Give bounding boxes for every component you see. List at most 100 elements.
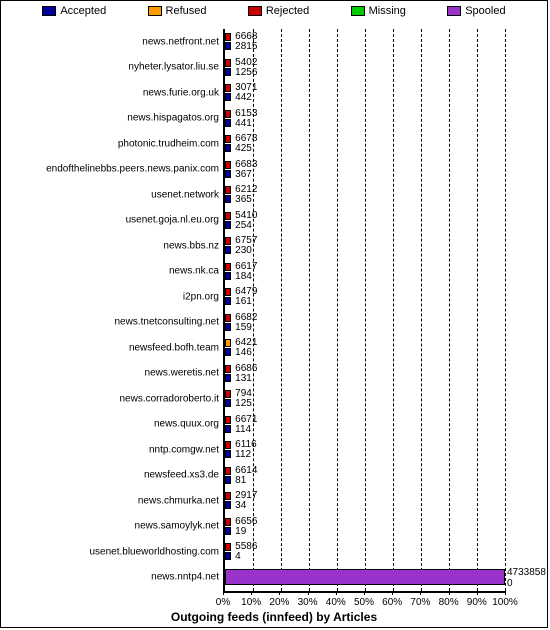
value-label-bot: 442 [235,93,252,103]
x-tick-label: 10% [241,597,261,608]
data-row: nyheter.lysator.liu.se54021256 [225,55,505,81]
chart-frame: AcceptedRefusedRejectedMissingSpooled ne… [0,0,548,628]
bar-primary [225,186,231,194]
bar-secondary [225,221,231,229]
row-host-label: news.hispagatos.org [127,113,219,124]
bar-primary [225,467,231,475]
row-host-label: i2pn.org [183,291,219,302]
bar-primary [225,110,231,118]
bar-secondary [225,42,231,50]
value-label-bot: 2815 [235,42,257,52]
value-label-top: 6682 [235,313,257,323]
x-tick-label: 90% [467,597,487,608]
legend-label: Accepted [60,5,106,17]
value-label-top: 6617 [235,262,257,272]
row-host-label: news.corradoroberto.it [120,393,220,404]
bar-primary [225,288,231,296]
x-tick-label: 0% [216,597,230,608]
value-label-bot: 1256 [235,68,257,78]
value-label-bot: 184 [235,272,252,282]
legend-swatch [42,6,56,16]
row-host-label: photonic.trudheim.com [118,138,219,149]
value-label-bot: 367 [235,170,252,180]
bar-secondary [225,501,231,509]
bar-primary [225,416,231,424]
legend-item: Missing [351,5,406,17]
row-host-label: news.chmurka.net [138,495,219,506]
x-tick-label: 80% [439,597,459,608]
bar-secondary [225,399,231,407]
legend-item: Spooled [447,5,505,17]
row-host-label: news.samoylyk.net [135,521,219,532]
bar-secondary [225,450,231,458]
bar-secondary [225,323,231,331]
bar-primary [225,33,231,41]
legend-item: Refused [148,5,207,17]
value-label-bot: 19 [235,527,246,537]
bar-primary [225,365,231,373]
row-host-label: endofthelinebbs.peers.news.panix.com [46,164,219,175]
data-row: news.bbs.nz6757230 [225,233,505,259]
row-host-label: usenet.network [151,189,219,200]
gridline [505,29,506,591]
x-tick-label: 40% [326,597,346,608]
bar-secondary [225,68,231,76]
legend-label: Spooled [465,5,505,17]
value-label-bot: 81 [235,476,246,486]
data-row: i2pn.org6479161 [225,284,505,310]
bar-primary [225,492,231,500]
bar-secondary [225,425,231,433]
bar-primary [225,237,231,245]
row-host-label: news.netfront.net [142,36,219,47]
row-host-label: usenet.goja.nl.eu.org [126,215,219,226]
value-label-bot: 159 [235,323,252,333]
data-row: usenet.goja.nl.eu.org5410254 [225,208,505,234]
value-label-bot: 146 [235,348,252,358]
legend: AcceptedRefusedRejectedMissingSpooled [1,5,547,17]
bar-primary [225,339,231,347]
bar-primary [225,314,231,322]
row-host-label: news.quux.org [154,419,219,430]
value-label-bot: 112 [235,450,251,460]
row-host-label: nyheter.lysator.liu.se [128,62,219,73]
bar-secondary [225,272,231,280]
value-label-bot: 161 [235,297,252,307]
value-label-bot: 4 [235,552,241,562]
x-tick-label: 30% [298,597,318,608]
data-row: news.chmurka.net291734 [225,488,505,514]
bar-secondary [225,119,231,127]
row-host-label: news.nntp4.net [151,572,219,583]
value-label-bot: 230 [235,246,252,256]
data-row: newsfeed.bofh.team6421146 [225,335,505,361]
bar-primary [225,212,231,220]
bar-secondary [225,527,231,535]
legend-swatch [248,6,262,16]
chart-title: Outgoing feeds (innfeed) by Articles [1,610,547,624]
legend-swatch [351,6,365,16]
x-tick-label: 20% [269,597,289,608]
row-host-label: news.bbs.nz [163,240,219,251]
bar-primary [225,263,231,271]
data-row: photonic.trudheim.com6678425 [225,131,505,157]
bar-secondary [225,144,231,152]
bar-primary [225,59,231,67]
data-row: news.weretis.net6686131 [225,361,505,387]
bar-secondary [225,374,231,382]
bar-secondary [225,246,231,254]
data-row: news.quux.org6671114 [225,412,505,438]
value-label-top: 5402 [235,58,257,68]
bar-secondary [225,348,231,356]
value-label-bot: 114 [235,425,251,435]
row-host-label: news.tnetconsulting.net [114,317,219,328]
value-label-bot: 254 [235,221,252,231]
bar-primary [225,84,231,92]
value-label-top: 4733858 [507,567,546,578]
value-label-top: 5410 [235,211,257,221]
value-label-top: 6683 [235,160,257,170]
data-row: news.samoylyk.net665619 [225,514,505,540]
x-tick-label: 50% [354,597,374,608]
value-label-bot: 131 [235,374,252,384]
bar-primary [225,543,231,551]
legend-swatch [447,6,461,16]
data-row: nntp.comgw.net6116112 [225,437,505,463]
